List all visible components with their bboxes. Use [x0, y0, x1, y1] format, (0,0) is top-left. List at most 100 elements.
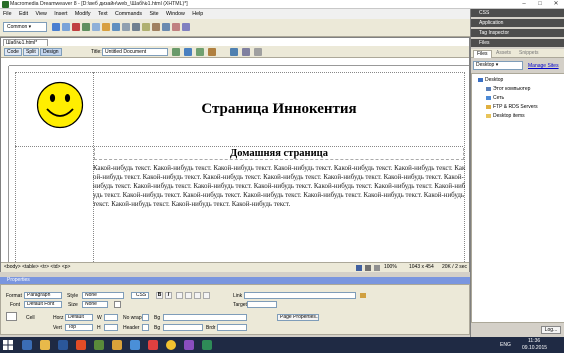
tree-item-network[interactable]: Сеть — [486, 95, 504, 101]
named-anchor-icon[interactable] — [72, 23, 80, 31]
menu-edit[interactable]: Edit — [16, 9, 31, 17]
menu-view[interactable]: View — [32, 9, 49, 17]
tag-selector[interactable]: <body> <table> <tr> <td> <p> — [4, 263, 70, 272]
zoom-tool-icon[interactable] — [374, 265, 380, 271]
tab-files[interactable]: Files — [473, 50, 492, 58]
app-taskbar-icon[interactable] — [184, 340, 194, 350]
script-icon[interactable] — [162, 23, 170, 31]
email-link-icon[interactable] — [62, 23, 70, 31]
nowrap-checkbox[interactable] — [142, 314, 149, 321]
ie-taskbar-icon[interactable] — [22, 340, 32, 350]
files-taskbar-icon[interactable] — [112, 340, 122, 350]
layer-icon[interactable] — [92, 23, 100, 31]
window-size[interactable]: 1043 x 454 — [409, 263, 434, 272]
text-color-picker[interactable] — [114, 301, 121, 308]
css-button[interactable]: CSS — [131, 292, 149, 299]
date-icon[interactable] — [122, 23, 130, 31]
css-panel-header[interactable]: CSS — [471, 9, 564, 17]
files-panel-header[interactable]: Files — [471, 39, 564, 47]
preview-in-browser-icon[interactable] — [184, 48, 192, 56]
horz-align-select[interactable]: Default — [65, 314, 93, 321]
server-side-include-icon[interactable] — [132, 23, 140, 31]
align-center-icon[interactable] — [185, 292, 192, 299]
insert-category-select[interactable]: Common ▾ — [3, 22, 47, 32]
page-title-heading[interactable]: Страница Иннокентия — [104, 101, 454, 118]
bold-button[interactable]: B — [156, 292, 163, 299]
cell-width-input[interactable] — [104, 314, 118, 321]
head-icon[interactable] — [152, 23, 160, 31]
explorer-taskbar-icon[interactable] — [40, 340, 50, 350]
refresh-icon[interactable] — [230, 48, 238, 56]
validate-icon[interactable] — [196, 48, 204, 56]
section-heading[interactable]: Домашняя страница — [94, 148, 464, 160]
close-button[interactable]: ✕ — [548, 0, 564, 9]
cell-height-input[interactable] — [104, 324, 118, 331]
manage-sites-link[interactable]: Manage Sites — [528, 63, 559, 69]
visual-aids-icon[interactable] — [254, 48, 262, 56]
tree-item-ftp-rds[interactable]: FTP & RDS Servers — [486, 104, 538, 110]
menu-insert[interactable]: Insert — [51, 9, 70, 17]
menu-text[interactable]: Text — [95, 9, 111, 17]
menu-help[interactable]: Help — [189, 9, 206, 17]
tree-item-desktop-items[interactable]: Desktop items — [486, 113, 525, 119]
maximize-button[interactable]: □ — [532, 0, 548, 9]
image-icon[interactable] — [102, 23, 110, 31]
justify-icon[interactable] — [203, 292, 210, 299]
media-taskbar-icon[interactable] — [76, 340, 86, 350]
browser-taskbar-icon[interactable] — [130, 340, 140, 350]
language-indicator[interactable]: ENG — [500, 342, 511, 348]
windows-start-icon[interactable] — [3, 340, 13, 350]
site-select[interactable]: Desktop ▾ — [473, 61, 523, 70]
file-management-icon[interactable] — [172, 48, 180, 56]
menu-window[interactable]: Window — [163, 9, 188, 17]
word-taskbar-icon[interactable] — [58, 340, 68, 350]
align-right-icon[interactable] — [194, 292, 201, 299]
bg-image-input[interactable] — [163, 314, 247, 321]
tab-snippets[interactable]: Snippets — [516, 50, 541, 58]
application-panel-header[interactable]: Application — [471, 19, 564, 27]
tree-item-desktop[interactable]: Desktop — [478, 77, 503, 83]
comment-icon[interactable] — [142, 23, 150, 31]
design-canvas[interactable]: Страница Иннокентия Домашняя страница Ка… — [9, 66, 469, 262]
menu-site[interactable]: Site — [146, 9, 161, 17]
browse-folder-icon[interactable] — [360, 293, 366, 298]
tab-assets[interactable]: Assets — [493, 50, 514, 58]
minimize-button[interactable]: – — [516, 0, 532, 9]
zoom-level[interactable]: 100% — [384, 263, 397, 272]
document-tab[interactable]: Шаб№1.html* — [3, 39, 48, 46]
link-input[interactable] — [244, 292, 356, 299]
align-left-icon[interactable] — [176, 292, 183, 299]
style-select[interactable]: None — [82, 292, 124, 299]
border-color-input[interactable] — [217, 324, 247, 331]
header-checkbox[interactable] — [142, 324, 149, 331]
document-title-input[interactable]: Untitled Document — [102, 48, 168, 56]
log-button[interactable]: Log... — [541, 326, 561, 334]
format-select[interactable]: Paragraph — [24, 292, 62, 299]
tag-inspector-panel-header[interactable]: Tag Inspector — [471, 29, 564, 37]
tree-item-this-computer[interactable]: Этот компьютер — [486, 86, 530, 92]
properties-panel-header[interactable]: Properties — [0, 277, 470, 284]
bg-color-input[interactable] — [163, 324, 203, 331]
tag-chooser-icon[interactable] — [182, 23, 190, 31]
size-select[interactable]: None — [82, 301, 108, 308]
hyperlink-icon[interactable] — [52, 23, 60, 31]
media-icon[interactable] — [112, 23, 120, 31]
menu-modify[interactable]: Modify — [72, 9, 94, 17]
italic-button[interactable]: I — [165, 292, 172, 299]
smiley-face-image[interactable] — [36, 81, 84, 129]
page-properties-button[interactable]: Page Properties... — [277, 314, 319, 321]
select-tool-icon[interactable] — [356, 265, 362, 271]
target-select[interactable] — [247, 301, 277, 308]
chrome-taskbar-icon[interactable] — [166, 340, 176, 350]
opera-taskbar-icon[interactable] — [148, 340, 158, 350]
clock-date[interactable]: 09.10.2015 — [522, 345, 547, 351]
font-select[interactable]: Default Font — [24, 301, 62, 308]
clock-time[interactable]: 11:36 — [528, 338, 540, 344]
template-icon[interactable] — [172, 23, 180, 31]
design-view-button[interactable]: Design — [40, 48, 62, 56]
menu-commands[interactable]: Commands — [112, 9, 145, 17]
vert-align-select[interactable]: Top — [65, 324, 93, 331]
view-options-icon[interactable] — [242, 48, 250, 56]
paint-taskbar-icon[interactable] — [202, 340, 212, 350]
code-view-button[interactable]: Code — [4, 48, 22, 56]
